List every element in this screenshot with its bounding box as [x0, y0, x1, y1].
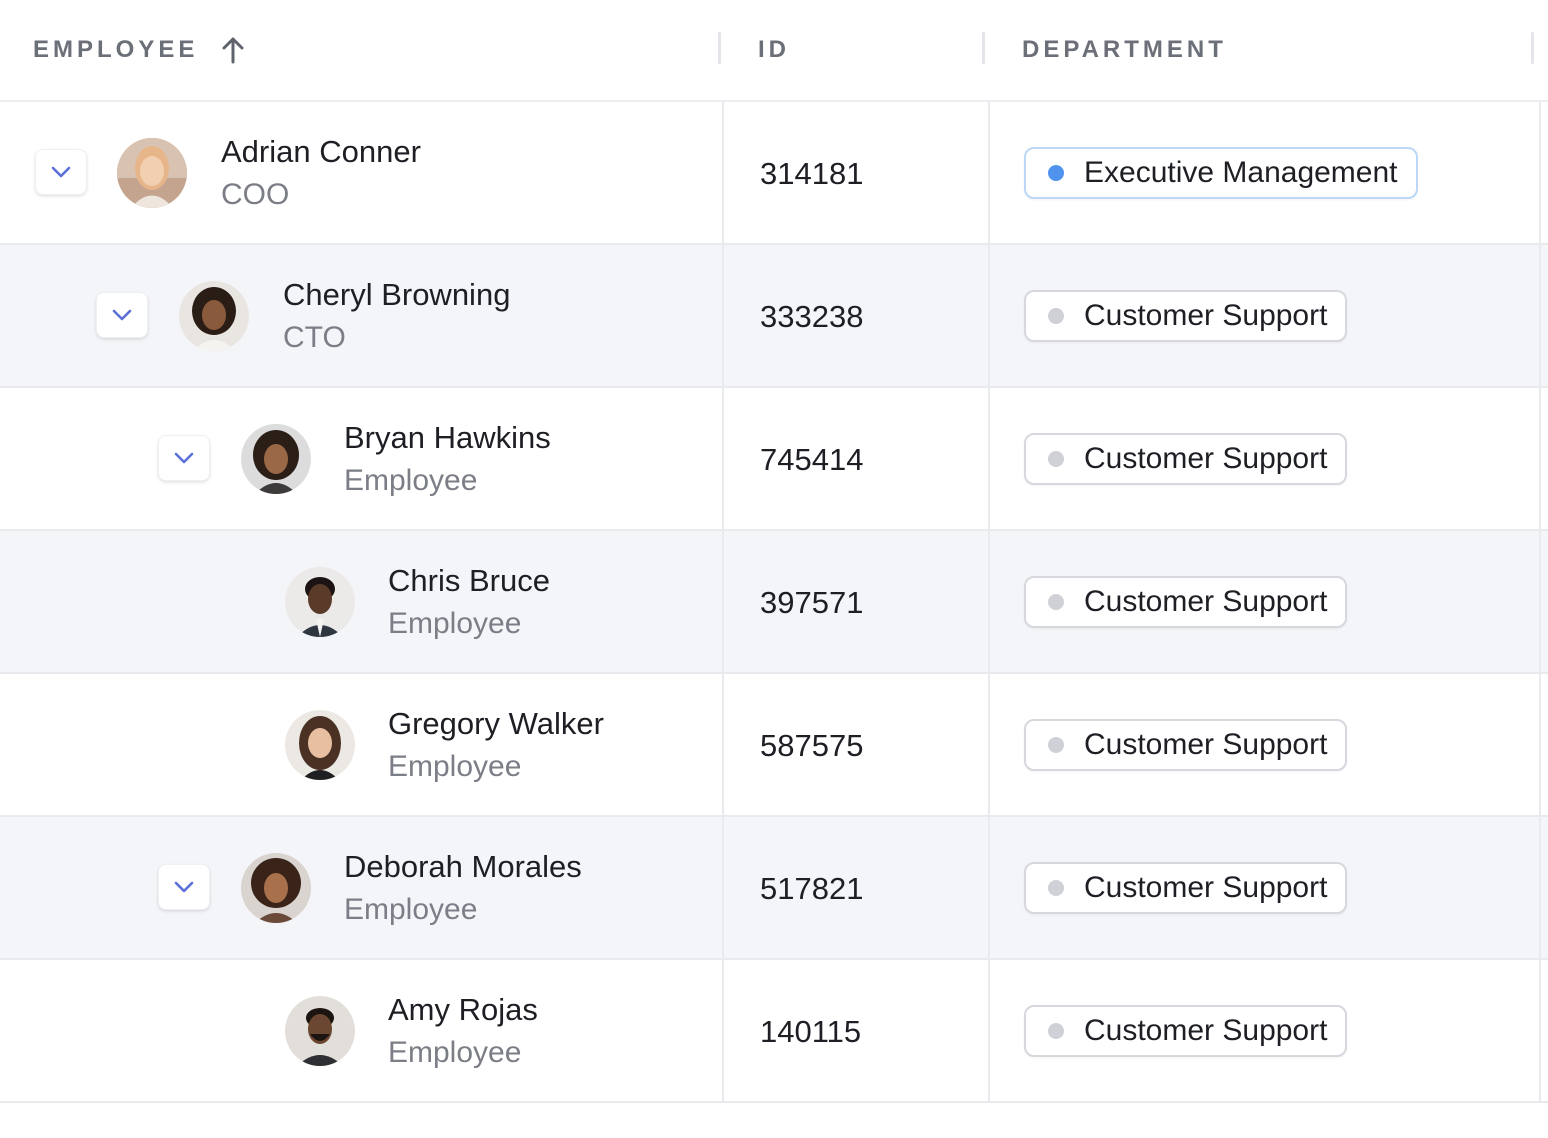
- avatar: [117, 138, 187, 208]
- department-badge: Customer Support: [1024, 1005, 1348, 1057]
- employee-name: Chris Bruce: [388, 563, 550, 598]
- department-label: Customer Support: [1084, 442, 1328, 475]
- cell-divider: [1539, 817, 1541, 958]
- employee-name: Gregory Walker: [388, 706, 604, 741]
- column-header-employee[interactable]: EMPLOYEE: [33, 0, 246, 100]
- employee-id: 333238: [760, 299, 864, 334]
- grid-header: EMPLOYEE ID DEPARTMENT: [0, 0, 1548, 102]
- cell-divider: [988, 674, 990, 815]
- table-row[interactable]: Gregory Walker Employee 587575 Customer …: [0, 674, 1548, 817]
- department-badge: Customer Support: [1024, 719, 1348, 771]
- table-row[interactable]: Adrian Conner COO 314181 Executive Manag…: [0, 102, 1548, 245]
- employee-name: Bryan Hawkins: [344, 420, 551, 455]
- employee-id: 140115: [760, 1014, 862, 1049]
- avatar: [241, 853, 311, 923]
- employee-name: Amy Rojas: [388, 992, 538, 1027]
- table-row[interactable]: Amy Rojas Employee 140115 Customer Suppo…: [0, 960, 1548, 1103]
- table-row[interactable]: Deborah Morales Employee 517821 Customer…: [0, 817, 1548, 960]
- cell-divider: [988, 960, 990, 1101]
- avatar: [285, 710, 355, 780]
- avatar: [285, 996, 355, 1066]
- column-resize-handle[interactable]: [982, 32, 985, 64]
- avatar: [241, 424, 311, 494]
- employee-role: Employee: [344, 893, 478, 926]
- status-dot: [1048, 880, 1064, 896]
- department-badge: Customer Support: [1024, 290, 1348, 342]
- status-dot: [1048, 1023, 1064, 1039]
- cell-divider: [1539, 245, 1541, 386]
- employee-role: Employee: [388, 1036, 522, 1069]
- cell-divider: [1539, 960, 1541, 1101]
- department-badge: Customer Support: [1024, 433, 1348, 485]
- employee-name: Deborah Morales: [344, 849, 582, 884]
- employee-name: Cheryl Browning: [283, 277, 511, 312]
- cell-divider: [988, 531, 990, 672]
- cell-divider: [988, 102, 990, 243]
- expand-toggle-button[interactable]: [96, 292, 148, 338]
- employee-id: 745414: [760, 442, 864, 477]
- cell-divider: [988, 817, 990, 958]
- cell-divider: [988, 388, 990, 529]
- expand-toggle-button[interactable]: [158, 864, 210, 910]
- employee-id: 397571: [760, 585, 864, 620]
- employee-role: COO: [221, 178, 290, 211]
- department-label: Executive Management: [1084, 156, 1398, 189]
- employee-role: Employee: [344, 464, 478, 497]
- chevron-down-icon: [174, 452, 194, 464]
- employee-role: Employee: [388, 607, 522, 640]
- column-header-id-label: ID: [758, 36, 790, 63]
- column-header-id[interactable]: ID: [758, 0, 790, 100]
- employee-id: 587575: [760, 728, 864, 763]
- column-resize-handle[interactable]: [718, 32, 721, 64]
- table-row[interactable]: Cheryl Browning CTO 333238 Customer Supp…: [0, 245, 1548, 388]
- employee-role: CTO: [283, 321, 346, 354]
- employee-id: 314181: [760, 156, 864, 191]
- department-badge: Executive Management: [1024, 147, 1418, 199]
- column-header-employee-label: EMPLOYEE: [33, 36, 199, 63]
- cell-divider: [1539, 531, 1541, 672]
- table-row[interactable]: Chris Bruce Employee 397571 Customer Sup…: [0, 531, 1548, 674]
- cell-divider: [1539, 388, 1541, 529]
- expand-toggle-button[interactable]: [158, 435, 210, 481]
- column-header-department-label: DEPARTMENT: [1022, 36, 1227, 63]
- cell-divider: [722, 388, 724, 529]
- column-resize-handle[interactable]: [1531, 32, 1534, 64]
- department-label: Customer Support: [1084, 299, 1328, 332]
- status-dot: [1048, 165, 1064, 181]
- employee-role: Employee: [388, 750, 522, 783]
- status-dot: [1048, 737, 1064, 753]
- expand-toggle-button[interactable]: [35, 149, 87, 195]
- cell-divider: [722, 245, 724, 386]
- employee-name: Adrian Conner: [221, 134, 421, 169]
- table-row[interactable]: Bryan Hawkins Employee 745414 Customer S…: [0, 388, 1548, 531]
- department-label: Customer Support: [1084, 871, 1328, 904]
- department-badge: Customer Support: [1024, 576, 1348, 628]
- cell-divider: [722, 817, 724, 958]
- department-badge: Customer Support: [1024, 862, 1348, 914]
- cell-divider: [988, 245, 990, 386]
- chevron-down-icon: [174, 881, 194, 893]
- cell-divider: [1539, 102, 1541, 243]
- chevron-down-icon: [51, 166, 71, 178]
- cell-divider: [1539, 674, 1541, 815]
- avatar: [285, 567, 355, 637]
- department-label: Customer Support: [1084, 728, 1328, 761]
- cell-divider: [722, 960, 724, 1101]
- chevron-down-icon: [112, 309, 132, 321]
- arrow-up-icon[interactable]: [220, 36, 246, 64]
- employee-id: 517821: [760, 871, 864, 906]
- column-header-department[interactable]: DEPARTMENT: [1022, 0, 1227, 100]
- avatar: [179, 281, 249, 351]
- department-label: Customer Support: [1084, 585, 1328, 618]
- department-label: Customer Support: [1084, 1014, 1328, 1047]
- status-dot: [1048, 594, 1064, 610]
- status-dot: [1048, 308, 1064, 324]
- cell-divider: [722, 102, 724, 243]
- cell-divider: [722, 674, 724, 815]
- cell-divider: [722, 531, 724, 672]
- status-dot: [1048, 451, 1064, 467]
